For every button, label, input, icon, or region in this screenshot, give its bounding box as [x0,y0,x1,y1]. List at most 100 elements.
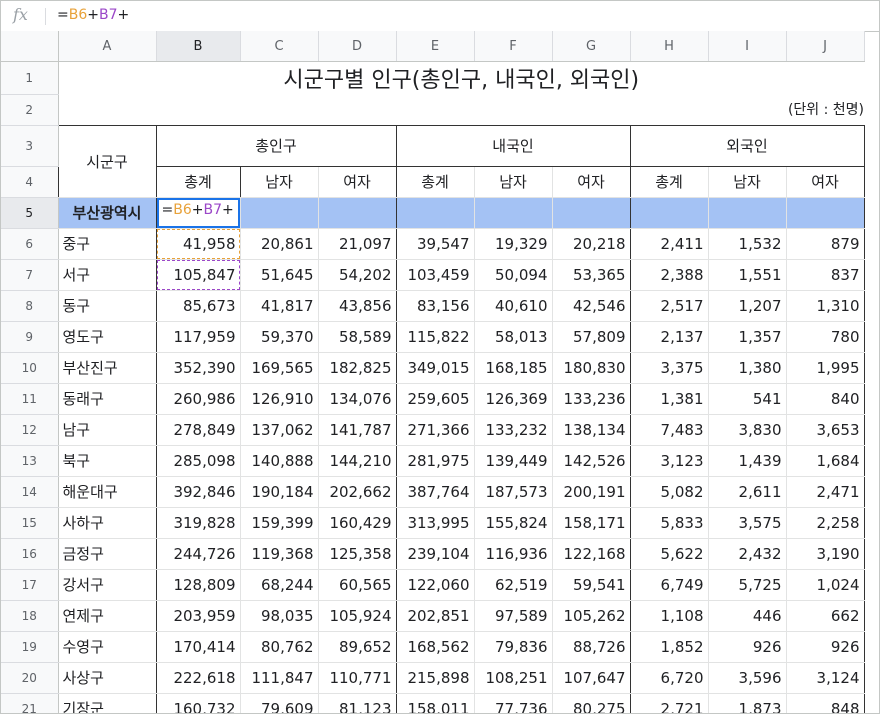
data-cell[interactable]: 1,551 [708,259,787,291]
row-header[interactable]: 8 [1,290,59,322]
data-cell[interactable]: 879 [786,228,865,260]
data-cell[interactable]: 168,562 [396,631,475,663]
data-cell[interactable]: 1,995 [786,352,865,384]
data-cell[interactable]: 7,483 [630,414,709,446]
data-cell[interactable]: 3,123 [630,445,709,477]
data-cell[interactable]: 2,432 [708,538,787,570]
data-cell[interactable]: 352,390 [156,352,241,384]
data-cell[interactable]: 103,459 [396,259,475,291]
total-region-cell[interactable]: 부산광역시 [57,197,157,229]
row-header[interactable]: 4 [1,166,59,198]
row-header[interactable]: 17 [1,569,59,601]
region-cell[interactable]: 사하구 [57,507,157,539]
data-cell[interactable]: 541 [708,383,787,415]
data-cell[interactable]: 80,275 [552,693,631,713]
data-cell[interactable]: 3,124 [786,662,865,694]
data-cell[interactable]: 20,218 [552,228,631,260]
data-cell[interactable]: 21,097 [318,228,397,260]
column-header-d[interactable]: D [318,31,397,62]
data-cell[interactable]: 20,861 [240,228,319,260]
data-cell[interactable]: 158,011 [396,693,475,713]
data-cell[interactable]: 222,618 [156,662,241,694]
data-cell[interactable]: 837 [786,259,865,291]
data-cell[interactable]: 105,924 [318,600,397,632]
data-cell[interactable]: 117,959 [156,321,241,353]
row-header[interactable]: 18 [1,600,59,632]
data-cell[interactable] [396,197,475,229]
data-cell[interactable]: 59,541 [552,569,631,601]
data-cell[interactable]: 134,076 [318,383,397,415]
data-cell[interactable]: 5,725 [708,569,787,601]
data-cell[interactable]: 313,995 [396,507,475,539]
group-header-foreign[interactable]: 외국인 [630,124,865,167]
column-header-b[interactable]: B [156,31,241,62]
region-cell[interactable]: 서구 [57,259,157,291]
data-cell[interactable]: 3,375 [630,352,709,384]
data-cell[interactable]: 260,986 [156,383,241,415]
data-cell[interactable]: 133,232 [474,414,553,446]
data-cell[interactable]: 160,732 [156,693,241,713]
data-cell[interactable]: 203,959 [156,600,241,632]
data-cell[interactable]: 125,358 [318,538,397,570]
data-cell[interactable]: 5,082 [630,476,709,508]
row-header[interactable]: 21 [1,693,59,713]
region-header-cell[interactable]: 시군구 [57,124,157,198]
data-cell[interactable] [786,197,865,229]
region-cell[interactable]: 강서구 [57,569,157,601]
row-header[interactable]: 19 [1,631,59,663]
data-cell[interactable] [552,197,631,229]
region-cell[interactable]: 금정구 [57,538,157,570]
data-cell[interactable]: 2,721 [630,693,709,713]
data-cell[interactable]: 138,134 [552,414,631,446]
data-cell[interactable]: 43,856 [318,290,397,322]
data-cell[interactable]: 170,414 [156,631,241,663]
data-cell[interactable]: 77,736 [474,693,553,713]
data-cell[interactable]: 3,596 [708,662,787,694]
data-cell[interactable]: 59,370 [240,321,319,353]
data-cell[interactable]: 88,726 [552,631,631,663]
data-cell[interactable]: 1,684 [786,445,865,477]
data-cell[interactable]: 2,411 [630,228,709,260]
data-cell[interactable]: 6,720 [630,662,709,694]
data-cell[interactable]: 1,024 [786,569,865,601]
data-cell[interactable]: 158,171 [552,507,631,539]
data-cell[interactable]: 39,547 [396,228,475,260]
data-cell[interactable] [630,197,709,229]
data-cell[interactable]: 54,202 [318,259,397,291]
data-cell[interactable]: 3,830 [708,414,787,446]
region-cell[interactable]: 동래구 [57,383,157,415]
data-cell[interactable]: 140,888 [240,445,319,477]
data-cell[interactable]: 57,809 [552,321,631,353]
data-cell[interactable]: 41,958 [156,228,241,260]
data-cell[interactable]: 182,825 [318,352,397,384]
data-cell[interactable]: 115,822 [396,321,475,353]
data-cell[interactable]: 1,310 [786,290,865,322]
data-cell[interactable]: 41,817 [240,290,319,322]
subheader-cell[interactable]: 총계 [156,166,241,198]
data-cell[interactable]: 2,388 [630,259,709,291]
data-cell[interactable]: 159,399 [240,507,319,539]
data-cell[interactable]: 6,749 [630,569,709,601]
subheader-cell[interactable]: 여자 [552,166,631,198]
data-cell[interactable]: 139,449 [474,445,553,477]
data-cell[interactable]: 3,575 [708,507,787,539]
data-cell[interactable]: 3,653 [786,414,865,446]
data-cell[interactable]: 392,846 [156,476,241,508]
data-cell[interactable]: 2,517 [630,290,709,322]
formula-input[interactable]: =B6+B7+ [57,7,129,23]
data-cell[interactable]: 662 [786,600,865,632]
data-cell[interactable]: 168,185 [474,352,553,384]
data-cell[interactable]: 2,611 [708,476,787,508]
data-cell[interactable]: 142,526 [552,445,631,477]
data-cell[interactable]: 1,380 [708,352,787,384]
cell-editor[interactable]: =B6+B7+ [156,197,239,227]
data-cell[interactable]: 3,190 [786,538,865,570]
region-cell[interactable]: 기장군 [57,693,157,713]
data-cell[interactable] [240,197,319,229]
row-header[interactable]: 20 [1,662,59,694]
data-cell[interactable]: 1,357 [708,321,787,353]
data-cell[interactable]: 5,833 [630,507,709,539]
select-all-corner[interactable] [1,31,59,62]
data-cell[interactable]: 187,573 [474,476,553,508]
data-cell[interactable]: 202,662 [318,476,397,508]
